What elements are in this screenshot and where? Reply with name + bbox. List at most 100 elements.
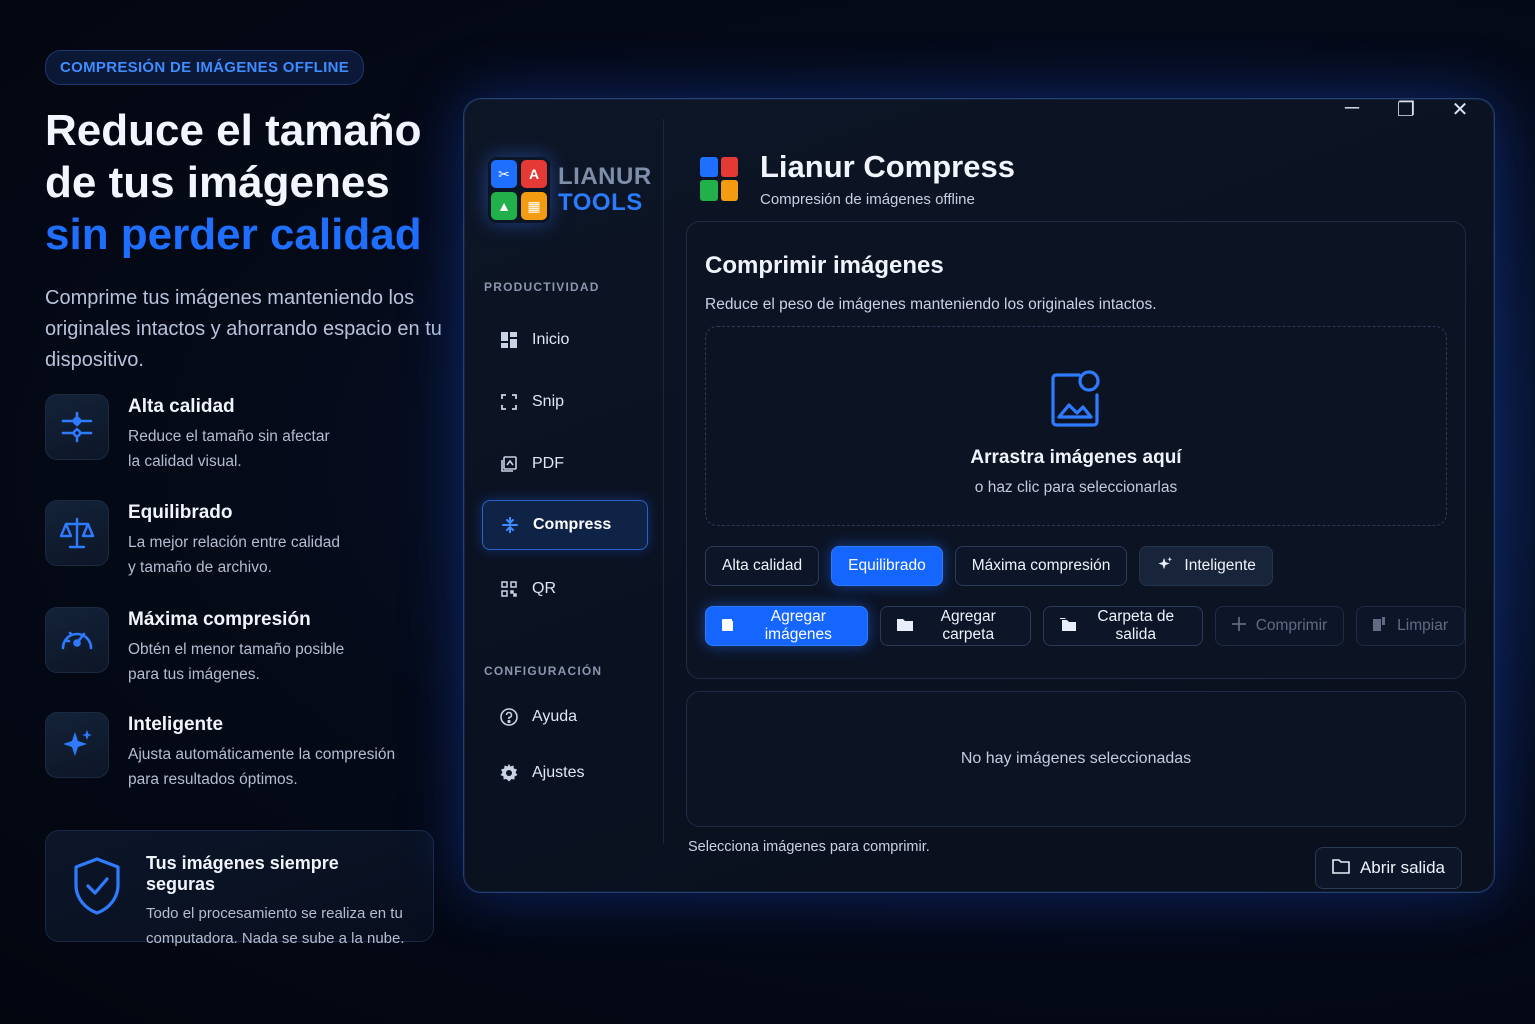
feature-desc: Obtén el menor tamaño posible para tus im… xyxy=(128,641,345,683)
offline-badge: COMPRESIÓN DE IMÁGENES OFFLINE xyxy=(45,50,365,85)
add-folder-button[interactable]: Agregar carpeta xyxy=(879,606,1031,646)
button-label: Carpeta de salida xyxy=(1097,608,1175,643)
minimize-button[interactable]: ─ xyxy=(1342,97,1362,122)
feature-title: Alta calidad xyxy=(128,396,235,417)
button-label: Limpiar xyxy=(1397,617,1448,634)
button-label: Agregar imágenes xyxy=(764,608,832,643)
feature-title: Inteligente xyxy=(128,714,224,735)
feature-desc: La mejor relación entre calidad y tamaño … xyxy=(128,534,340,576)
qr-icon xyxy=(500,580,518,598)
hero-title: Reduce el tamaño de tus imágenes sin per… xyxy=(45,105,445,261)
card-desc: Reduce el peso de imágenes manteniendo l… xyxy=(705,296,1157,313)
drop-title: Arrastra imágenes aquí xyxy=(970,447,1182,468)
logo-word-lianur: LIANUR xyxy=(558,163,652,190)
nav-label: Ajustes xyxy=(532,764,585,781)
close-button[interactable]: ✕ xyxy=(1450,97,1470,122)
nav-ajustes[interactable]: Ajustes xyxy=(482,748,648,798)
dashboard-icon xyxy=(500,331,518,349)
app-logo-icon xyxy=(700,156,738,201)
feature-desc: Ajusta automáticamente la compresión para… xyxy=(128,746,396,788)
nav-label: PDF xyxy=(532,455,564,472)
nav-label: Compress xyxy=(533,516,612,533)
sliders-icon xyxy=(45,394,109,460)
folder-icon xyxy=(896,617,913,636)
app-window: ─ ❐ ✕ ✂ A ▲ ▦ LIANUR TOOLS PRODUCTIVIDAD… xyxy=(463,97,1495,893)
help-icon xyxy=(500,708,518,726)
logo-word-tools: TOOLS xyxy=(558,189,643,216)
clear-button[interactable]: Limpiar xyxy=(1356,606,1465,646)
window-controls: ─ ❐ ✕ xyxy=(1342,97,1470,122)
compress-button[interactable]: Comprimir xyxy=(1214,606,1345,646)
compress-icon xyxy=(501,516,519,534)
feature-title: Máxima compresión xyxy=(128,609,311,630)
nav-pdf[interactable]: PDF xyxy=(482,439,648,489)
folder-outline-icon xyxy=(1332,858,1350,879)
sparkle-icon xyxy=(45,712,109,778)
sidebar: ✂ A ▲ ▦ LIANUR TOOLS PRODUCTIVIDAD Inici… xyxy=(464,119,664,844)
mode-label: Inteligente xyxy=(1184,557,1256,574)
hero-title-accent: sin perder calidad xyxy=(45,210,422,259)
mode-maxima-compresion[interactable]: Máxima compresión xyxy=(954,546,1128,586)
compress-card: Comprimir imágenes Reduce el peso de imá… xyxy=(686,221,1466,679)
card-title: Comprimir imágenes xyxy=(705,252,944,279)
app-subtitle: Compresión de imágenes offline xyxy=(760,191,975,208)
add-image-icon xyxy=(722,616,736,636)
app-header: Lianur Compress Compresión de imágenes o… xyxy=(700,149,1015,208)
feature-title: Equilibrado xyxy=(128,502,233,523)
hero-lead: Comprime tus imágenes manteniendo los or… xyxy=(45,287,442,371)
folders-icon xyxy=(1059,617,1076,636)
sparkle-icon xyxy=(1156,555,1174,578)
open-output-button[interactable]: Abrir salida xyxy=(1314,847,1462,889)
nav-compress[interactable]: Compress xyxy=(482,500,648,550)
app-title: Lianur Compress xyxy=(760,149,1015,184)
security-title: Tus imágenes siempre seguras xyxy=(146,853,339,894)
gear-icon xyxy=(500,764,518,782)
button-label: Abrir salida xyxy=(1359,858,1445,877)
snip-icon xyxy=(500,393,518,411)
pdf-icon xyxy=(500,455,518,473)
nav-label: QR xyxy=(532,580,556,597)
balance-scale-icon xyxy=(45,500,109,566)
feature-alta-calidad: Alta calidad Reduce el tamaño sin afecta… xyxy=(45,394,425,474)
drop-subtitle: o haz clic para seleccionarlas xyxy=(974,479,1178,496)
feature-maxima-compresion: Máxima compresión Obtén el menor tamaño … xyxy=(45,607,425,687)
mode-alta-calidad[interactable]: Alta calidad xyxy=(705,546,820,586)
mode-equilibrado[interactable]: Equilibrado xyxy=(831,546,943,586)
feature-desc: Reduce el tamaño sin afectar la calidad v… xyxy=(128,428,330,470)
nav-snip[interactable]: Snip xyxy=(482,377,648,427)
section-configuracion: CONFIGURACIÓN xyxy=(484,664,603,678)
feature-inteligente: Inteligente Ajusta automáticamente la co… xyxy=(45,712,425,792)
hero-title-line2: de tus imágenes xyxy=(45,158,390,207)
compress-icon xyxy=(1231,616,1246,636)
empty-list-message: No hay imágenes seleccionadas xyxy=(960,750,1192,767)
shield-check-icon xyxy=(70,855,124,921)
add-images-button[interactable]: Agregar imágenes xyxy=(705,606,868,646)
hero-title-line1: Reduce el tamaño xyxy=(45,106,422,155)
mode-inteligente[interactable]: Inteligente xyxy=(1139,546,1273,586)
nav-label: Ayuda xyxy=(532,708,578,725)
status-text: Selecciona imágenes para comprimir. xyxy=(688,839,930,855)
nav-qr[interactable]: QR xyxy=(482,564,648,614)
button-label: Agregar carpeta xyxy=(940,608,996,643)
nav-label: Inicio xyxy=(532,331,570,348)
nav-label: Snip xyxy=(532,393,565,410)
security-card: Tus imágenes siempre seguras Todo el pro… xyxy=(45,830,434,947)
hero: COMPRESIÓN DE IMÁGENES OFFLINE Reduce el… xyxy=(45,50,445,376)
output-folder-button[interactable]: Carpeta de salida xyxy=(1042,606,1203,646)
image-upload-icon xyxy=(1049,367,1103,434)
maximize-button[interactable]: ❐ xyxy=(1396,97,1416,122)
nav-ayuda[interactable]: Ayuda xyxy=(482,692,648,742)
image-list: No hay imágenes seleccionadas xyxy=(686,691,1466,827)
speedometer-icon xyxy=(45,607,109,673)
security-desc: Todo el procesamiento se realiza en tu co… xyxy=(146,905,405,947)
logo-grid-icon: ✂ A ▲ ▦ xyxy=(488,157,550,223)
mode-selector: Alta calidad Equilibrado Máxima compresi… xyxy=(705,546,1273,586)
feature-equilibrado: Equilibrado La mejor relación entre cali… xyxy=(45,500,425,580)
broom-icon xyxy=(1373,616,1387,636)
nav-inicio[interactable]: Inicio xyxy=(482,315,648,365)
lianur-tools-logo: ✂ A ▲ ▦ LIANUR TOOLS xyxy=(488,157,652,223)
section-productividad: PRODUCTIVIDAD xyxy=(484,280,600,294)
button-label: Comprimir xyxy=(1255,617,1328,634)
action-bar: Agregar imágenes Agregar carpeta Carpeta… xyxy=(705,606,1465,646)
drop-zone[interactable]: Arrastra imágenes aquí o haz clic para s… xyxy=(705,326,1447,526)
